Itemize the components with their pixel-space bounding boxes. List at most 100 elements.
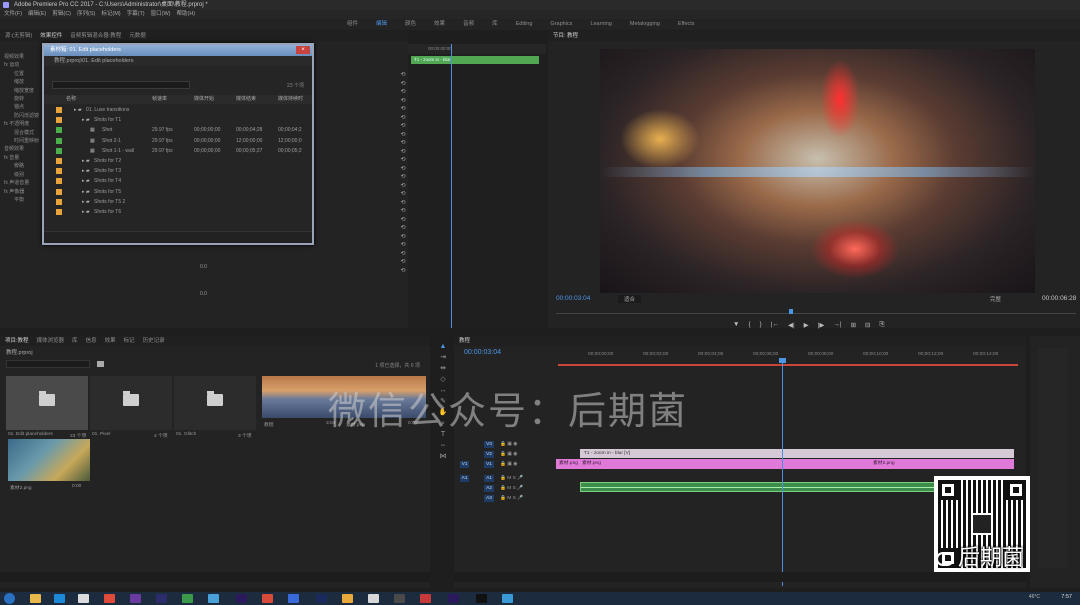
adjustment-clip[interactable]: T1 - zoom in - blur [V] [580, 449, 1014, 458]
track-mute-icon[interactable]: 🔒 M S 🎤 [500, 484, 523, 493]
source-patch[interactable]: A1 [460, 475, 469, 482]
workspace-tab[interactable]: 编辑 [367, 19, 396, 30]
timeline-timecode[interactable]: 00:00:03:04 [464, 349, 501, 356]
track-target[interactable]: A3 [484, 495, 494, 502]
transport-button[interactable]: { [748, 321, 750, 329]
bin-search-input[interactable] [52, 81, 190, 89]
timeline-scrollbar[interactable] [454, 572, 1026, 582]
taskbar-app-icon[interactable] [182, 594, 193, 603]
mini-playhead[interactable] [451, 44, 452, 328]
bin-folder-row[interactable]: ▸ ▰ Shots for T3 [44, 166, 308, 176]
track-eye-icon[interactable]: 🔒 ▣ ◉ [500, 460, 517, 469]
bin-thumbnail[interactable] [90, 376, 172, 430]
taskbar-app-icon[interactable] [104, 594, 115, 603]
clip-row[interactable]: ▦ Shot 2-1 29.97 fps 00;00;00;00 12;00;00;00… [44, 136, 308, 146]
panel-tab[interactable]: 信息 [86, 336, 97, 346]
panel-tab[interactable]: 音频剪辑混合器:教程 [70, 31, 121, 41]
workspace-tab[interactable]: Effects [669, 19, 704, 30]
panel-tab[interactable]: 效果 [105, 336, 116, 346]
keyframe-column[interactable]: ⟲ ⟲ ⟲ ⟲ ⟲ ⟲ ⟲ ⟲ ⟲ ⟲ ⟲ ⟲ ⟲ ⟲ ⟲ ⟲ ⟲ ⟲ ⟲ ⟲ ⟲ ⟲ ⟲ ⟲ [399, 71, 407, 275]
workspace-tab[interactable]: Editing [507, 19, 542, 30]
workspace-tab[interactable]: Graphics [541, 19, 581, 30]
track-eye-icon[interactable]: 🔒 ▣ ◉ [500, 450, 517, 459]
transport-button[interactable]: ◀| [788, 321, 795, 329]
taskbar-app-icon[interactable] [316, 594, 327, 603]
taskbar-app-icon[interactable] [502, 594, 513, 603]
track-target[interactable]: V3 [484, 441, 494, 448]
taskbar-app-icon[interactable] [448, 594, 459, 603]
transport-button[interactable]: →| [833, 321, 841, 329]
taskbar-app-icon[interactable] [394, 594, 405, 603]
taskbar-app-icon[interactable] [368, 594, 379, 603]
track-mute-icon[interactable]: 🔒 M S 🎤 [500, 474, 523, 483]
menu-item[interactable]: 帮助(H) [177, 10, 196, 19]
workspace-tab[interactable]: 颜色 [396, 19, 425, 30]
track-target[interactable]: A2 [484, 485, 494, 492]
panel-tab[interactable]: 标记 [124, 336, 135, 346]
rolling-edit-icon[interactable]: ⋈ [439, 452, 448, 461]
bin-folder-row[interactable]: ▸ ▰ Shots for T6 [44, 207, 308, 217]
menu-item[interactable]: 文件(F) [4, 10, 22, 19]
project-search-input[interactable] [6, 360, 90, 368]
workspace-tab[interactable]: 组件 [338, 19, 367, 30]
bin-folder-row[interactable]: ▸ ▰ Shots for T1 [44, 115, 308, 125]
panel-tab[interactable]: 效果控件 [40, 31, 62, 41]
transport-button[interactable]: |← [771, 321, 779, 329]
transport-button[interactable]: } [760, 321, 762, 329]
start-button[interactable] [4, 593, 15, 604]
close-button[interactable]: × [296, 46, 310, 54]
transport-button[interactable]: ⊟ [865, 321, 870, 329]
taskbar-app-icon[interactable] [156, 594, 167, 603]
workspace-tab[interactable]: 效果 [425, 19, 454, 30]
track-select-icon[interactable]: ⇥ [439, 353, 448, 362]
taskbar-app-icon[interactable] [54, 594, 65, 603]
transport-button[interactable]: |▶ [818, 321, 825, 329]
transport-button[interactable]: ⊞ [851, 321, 856, 329]
bin-thumbnail[interactable] [6, 376, 88, 430]
menu-item[interactable]: 字幕(T) [127, 10, 145, 19]
track-target[interactable]: A1 [484, 475, 494, 482]
menu-item[interactable]: 剪辑(C) [52, 10, 71, 19]
transport-button[interactable]: ▼ [733, 321, 739, 329]
workspace-tab[interactable]: Learning [581, 19, 620, 30]
track-target[interactable]: V1 [484, 461, 494, 468]
column-header[interactable]: 媒体结束 [236, 95, 256, 104]
effect-clip-bar[interactable]: T1 - zoom in - blur [411, 56, 539, 64]
panel-tab[interactable]: 历史记录 [143, 336, 165, 346]
panel-tab[interactable]: 元数据 [129, 31, 146, 41]
clip-row[interactable]: ▦ Shot 1-1 - wall 29.97 fps 00;00;00;00 00;0… [44, 146, 308, 156]
menu-item[interactable]: 序列(S) [77, 10, 95, 19]
workspace-tab[interactable]: 库 [483, 19, 507, 30]
program-playhead[interactable] [789, 309, 793, 314]
taskbar-app-icon[interactable] [208, 594, 219, 603]
bin-folder-row[interactable]: ▸ ▰ Shots for T4 [44, 176, 308, 186]
program-scrubber[interactable] [556, 313, 1076, 314]
column-header[interactable]: 媒体开始 [194, 95, 214, 104]
taskbar-app-icon[interactable] [262, 594, 273, 603]
ripple-edit-icon[interactable]: ⇹ [439, 364, 448, 373]
clip-thumbnail[interactable] [8, 439, 90, 481]
image-clip[interactable]: 素材.png 素材.png [556, 459, 870, 469]
clip-row[interactable]: ▦ Shot 29.97 fps 00;00;00;00 00;00;04;28 00;0… [44, 125, 308, 135]
taskbar-app-icon[interactable] [476, 594, 487, 603]
taskbar-app-icon[interactable] [342, 594, 353, 603]
timeline-playhead[interactable] [782, 358, 783, 586]
timeline-ruler[interactable]: 00;00;00;00 00;00;02;00 00;00;04;00 00;00;0… [558, 352, 1018, 362]
panel-tab[interactable]: 源:(无剪辑) [5, 31, 32, 41]
transport-button[interactable]: ⎘ [879, 321, 884, 329]
track-mute-icon[interactable]: 🔒 M S 🎤 [500, 494, 523, 503]
taskbar-app-icon[interactable] [236, 594, 247, 603]
tab-sequence[interactable]: 教程 [459, 336, 470, 346]
source-patch[interactable]: V1 [460, 461, 469, 468]
menu-item[interactable]: 窗口(W) [151, 10, 171, 19]
taskbar-app-icon[interactable] [78, 594, 89, 603]
panel-tab[interactable]: 库 [72, 336, 78, 346]
bin-folder-row[interactable]: ▸ ▰ Shots for T2 [44, 156, 308, 166]
taskbar-app-icon[interactable] [130, 594, 141, 603]
selection-tool-icon[interactable]: ▲ [439, 342, 448, 351]
track-target[interactable]: V2 [484, 451, 494, 458]
menu-item[interactable]: 编辑(E) [28, 10, 46, 19]
bin-thumbnail[interactable] [174, 376, 256, 430]
column-header[interactable]: 媒体持续时 [278, 95, 303, 104]
rate-stretch-icon[interactable]: ⇔ [439, 441, 448, 450]
